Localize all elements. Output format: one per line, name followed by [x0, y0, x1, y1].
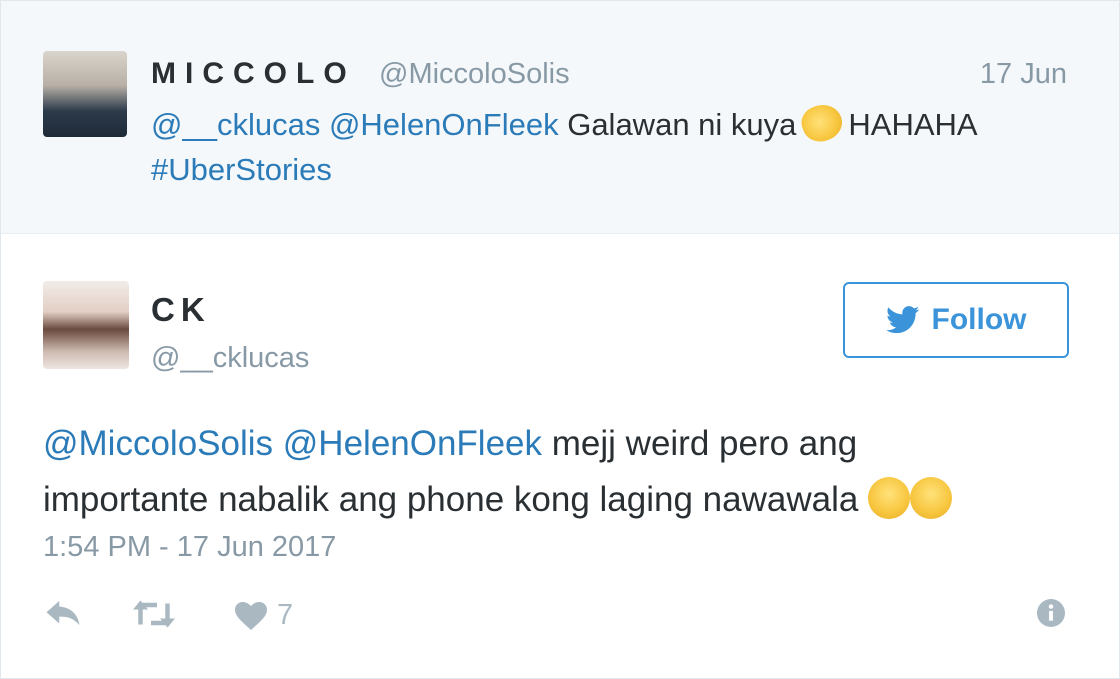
tweet-timestamp[interactable]: 1:54 PM - 17 Jun 2017 — [43, 531, 336, 564]
mention-link[interactable]: @HelenOnFleek — [283, 424, 542, 463]
tears-of-joy-emoji-icon — [868, 477, 911, 519]
heart-icon — [235, 601, 267, 630]
like-button[interactable]: 7 — [235, 599, 293, 632]
tweet-text-segment: importante nabalik ang phone kong laging… — [43, 480, 859, 519]
avatar[interactable] — [43, 51, 127, 137]
tweet-embed: MICCOLO @MiccoloSolis 17 Jun @__cklucas … — [0, 0, 1120, 679]
info-icon — [1037, 599, 1065, 627]
mention-link[interactable]: @HelenOnFleek — [329, 107, 559, 142]
retweet-button[interactable] — [131, 599, 177, 629]
tweet-text: @MiccoloSolis @HelenOnFleek mejj weird p… — [43, 416, 1083, 528]
reply-icon — [45, 599, 81, 627]
hashtag-link[interactable]: #UberStories — [151, 152, 332, 187]
tweet-text: @__cklucas @HelenOnFleek Galawan ni kuya… — [151, 99, 1081, 192]
clapping-hands-emoji-icon — [797, 99, 848, 147]
reply-button[interactable] — [45, 599, 81, 627]
follow-label: Follow — [931, 303, 1027, 336]
display-name[interactable]: MICCOLO — [151, 57, 356, 91]
avatar[interactable] — [43, 281, 129, 369]
mention-link[interactable]: @__cklucas — [151, 107, 320, 142]
twitter-bird-icon — [885, 306, 920, 334]
user-handle[interactable]: @MiccoloSolis — [379, 58, 570, 91]
tweet-text-segment: mejj weird pero ang — [551, 424, 858, 463]
like-count: 7 — [277, 599, 294, 631]
display-name[interactable]: CK — [151, 291, 211, 329]
tears-of-joy-emoji-icon — [910, 477, 953, 519]
parent-tweet[interactable]: MICCOLO @MiccoloSolis 17 Jun @__cklucas … — [1, 1, 1119, 234]
tweet-text-segment: Galawan ni kuya — [567, 107, 797, 142]
tweet-actions: 7 — [1, 591, 1119, 641]
mention-link[interactable]: @MiccoloSolis — [43, 424, 273, 463]
tweet-date[interactable]: 17 Jun — [980, 58, 1067, 91]
tweet-text-segment: HAHAHA — [848, 107, 978, 142]
user-handle[interactable]: @__cklucas — [151, 342, 309, 375]
retweet-icon — [131, 599, 177, 629]
follow-button[interactable]: Follow — [843, 282, 1069, 358]
info-button[interactable] — [1037, 599, 1065, 627]
